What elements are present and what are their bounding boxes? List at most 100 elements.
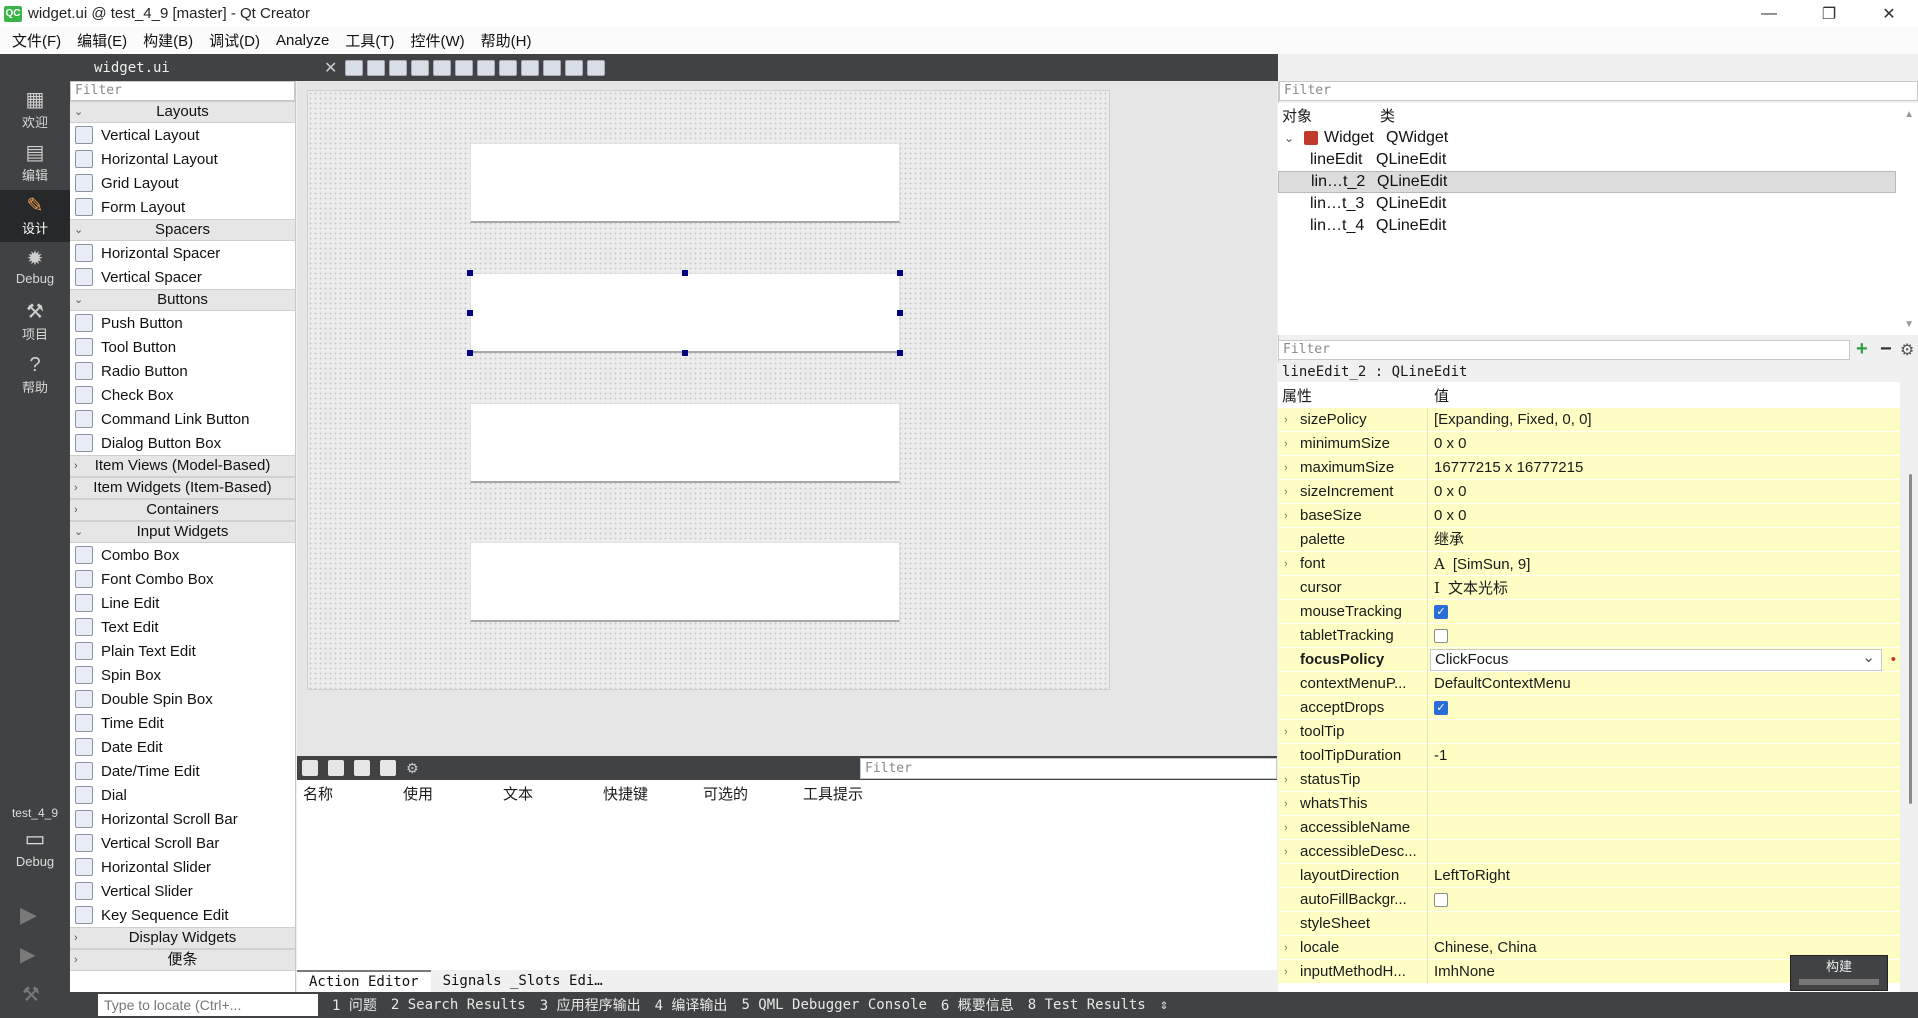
resize-handle[interactable] — [682, 270, 688, 276]
close-button[interactable]: ✕ — [1866, 0, 1912, 27]
widget-item[interactable]: Double Spin Box — [70, 687, 295, 711]
property-row[interactable]: tabletTracking — [1278, 623, 1900, 648]
scroll-down-icon[interactable]: ▼ — [1904, 319, 1914, 330]
chevron-right-icon[interactable]: › — [1284, 840, 1288, 864]
property-filter-input[interactable]: Filter — [1278, 340, 1850, 360]
property-value[interactable] — [1428, 720, 1900, 744]
widget-item[interactable]: Vertical Spacer — [70, 265, 295, 289]
line-edit-2-selected[interactable] — [470, 273, 900, 353]
widget-category[interactable]: ⌄ Buttons — [70, 289, 295, 311]
configure-icon[interactable]: ⚙ — [1900, 340, 1914, 360]
property-value[interactable] — [1428, 888, 1900, 912]
layout-h-splitter-icon[interactable] — [477, 59, 496, 76]
build-icon[interactable]: ⚒ — [22, 982, 40, 1007]
remove-property-icon[interactable]: − — [1880, 338, 1892, 361]
property-value[interactable]: ✓ — [1428, 696, 1900, 720]
widget-item[interactable]: Tool Button — [70, 335, 295, 359]
property-value[interactable]: [Expanding, Fixed, 0, 0] — [1428, 408, 1900, 432]
widget-item[interactable]: Horizontal Scroll Bar — [70, 807, 295, 831]
chevron-right-icon[interactable]: › — [1284, 936, 1288, 960]
debug-run-icon[interactable]: ▶ — [20, 942, 35, 967]
locator-input[interactable]: Type to locate (Ctrl+... — [98, 994, 318, 1016]
widget-item[interactable]: Horizontal Spacer — [70, 241, 295, 265]
property-row[interactable]: styleSheet — [1278, 911, 1900, 936]
widget-item[interactable]: Vertical Slider — [70, 879, 295, 903]
column-header[interactable]: 名称 — [297, 783, 397, 804]
property-row[interactable]: focusPolicy ClickFocus ⌄ • — [1278, 647, 1900, 672]
menu-edit[interactable]: 编辑(E) — [69, 30, 135, 51]
property-value[interactable]: A [SimSun, 9] — [1428, 552, 1900, 576]
maximize-button[interactable]: ❐ — [1806, 0, 1852, 27]
property-value[interactable] — [1428, 624, 1900, 648]
widget-item[interactable]: Text Edit — [70, 615, 295, 639]
property-row[interactable]: › font A [SimSun, 9] — [1278, 551, 1900, 576]
widget-item[interactable]: Check Box — [70, 383, 295, 407]
widget-item[interactable]: Dial — [70, 783, 295, 807]
edit-signals-icon[interactable] — [367, 59, 386, 76]
property-scrollbar[interactable] — [1904, 382, 1918, 992]
mode-help[interactable]: ? 帮助 — [0, 349, 70, 401]
widget-item[interactable]: Time Edit — [70, 711, 295, 735]
scrollbar-thumb[interactable] — [1909, 474, 1912, 804]
checkbox[interactable] — [1434, 628, 1448, 643]
line-edit-4[interactable] — [470, 542, 900, 622]
widget-item[interactable]: Vertical Layout — [70, 123, 295, 147]
output-pane-application[interactable]: 3 应用程序输出 — [540, 995, 641, 1015]
property-value[interactable]: ClickFocus ⌄ • — [1428, 648, 1900, 672]
configure-icon[interactable]: ⚙ — [406, 760, 422, 776]
property-value[interactable]: 0 x 0 — [1428, 504, 1900, 528]
edit-buddies-icon[interactable] — [389, 59, 408, 76]
widget-category[interactable]: › Item Views (Model-Based) — [70, 455, 295, 477]
widget-item[interactable]: Spin Box — [70, 663, 295, 687]
kit-selector[interactable]: ▭ Debug — [0, 824, 70, 884]
widget-item[interactable]: Key Sequence Edit — [70, 903, 295, 927]
property-row[interactable]: autoFillBackgr... — [1278, 887, 1900, 912]
break-layout-icon[interactable] — [565, 59, 584, 76]
document-selector[interactable]: widget.ui — [94, 60, 324, 76]
property-value[interactable] — [1428, 792, 1900, 816]
menu-widgets[interactable]: 控件(W) — [403, 30, 473, 51]
mode-welcome[interactable]: ▦ 欢迎 — [0, 84, 70, 136]
object-tree-row[interactable]: ⌄ Widget QWidget — [1278, 127, 1918, 149]
layout-horizontal-icon[interactable] — [433, 59, 452, 76]
widget-item[interactable]: Vertical Scroll Bar — [70, 831, 295, 855]
widget-item[interactable]: Horizontal Layout — [70, 147, 295, 171]
widget-item[interactable]: Font Combo Box — [70, 567, 295, 591]
layout-form-icon[interactable] — [521, 59, 540, 76]
chevron-right-icon[interactable]: › — [1284, 552, 1288, 576]
widget-item[interactable]: Push Button — [70, 311, 295, 335]
property-row[interactable]: cursor I 文本光标 — [1278, 575, 1900, 600]
chevron-right-icon[interactable]: › — [1284, 408, 1288, 432]
property-value[interactable]: I 文本光标 — [1428, 576, 1900, 600]
run-icon[interactable]: ▶ — [20, 902, 37, 928]
widget-category[interactable]: › Display Widgets — [70, 927, 295, 949]
property-value[interactable]: 16777215 x 16777215 — [1428, 456, 1900, 480]
resize-handle[interactable] — [467, 270, 473, 276]
checkbox[interactable]: ✓ — [1434, 604, 1448, 619]
widget-filter-input[interactable]: Filter — [70, 81, 295, 101]
property-row[interactable]: › baseSize 0 x 0 — [1278, 503, 1900, 528]
mode-edit[interactable]: ▤ 编辑 — [0, 137, 70, 189]
property-row[interactable]: › toolTip — [1278, 719, 1900, 744]
checkbox[interactable]: ✓ — [1434, 700, 1448, 715]
scroll-up-icon[interactable]: ▲ — [1904, 109, 1914, 120]
menu-build[interactable]: 构建(B) — [135, 30, 201, 51]
property-row[interactable]: layoutDirection LeftToRight — [1278, 863, 1900, 888]
resize-handle[interactable] — [467, 350, 473, 356]
chevron-right-icon[interactable]: › — [1284, 480, 1288, 504]
property-row[interactable]: › minimumSize 0 x 0 — [1278, 431, 1900, 456]
reset-property-icon[interactable]: • — [1891, 648, 1896, 672]
column-header[interactable]: 使用 — [397, 783, 497, 804]
add-property-icon[interactable]: + — [1856, 338, 1868, 361]
output-pane-general[interactable]: 6 概要信息 — [941, 995, 1014, 1015]
column-header[interactable]: 文本 — [497, 783, 597, 804]
widget-category[interactable]: ⌄ Spacers — [70, 219, 295, 241]
property-row[interactable]: toolTipDuration -1 — [1278, 743, 1900, 768]
property-row[interactable]: › accessibleName — [1278, 815, 1900, 840]
form-widget[interactable] — [307, 90, 1110, 690]
resize-handle[interactable] — [467, 310, 473, 316]
property-value[interactable]: 继承 — [1428, 528, 1900, 552]
property-value[interactable]: 0 x 0 — [1428, 480, 1900, 504]
property-row[interactable]: palette 继承 — [1278, 527, 1900, 552]
widget-category[interactable]: ⌄ Input Widgets — [70, 521, 295, 543]
